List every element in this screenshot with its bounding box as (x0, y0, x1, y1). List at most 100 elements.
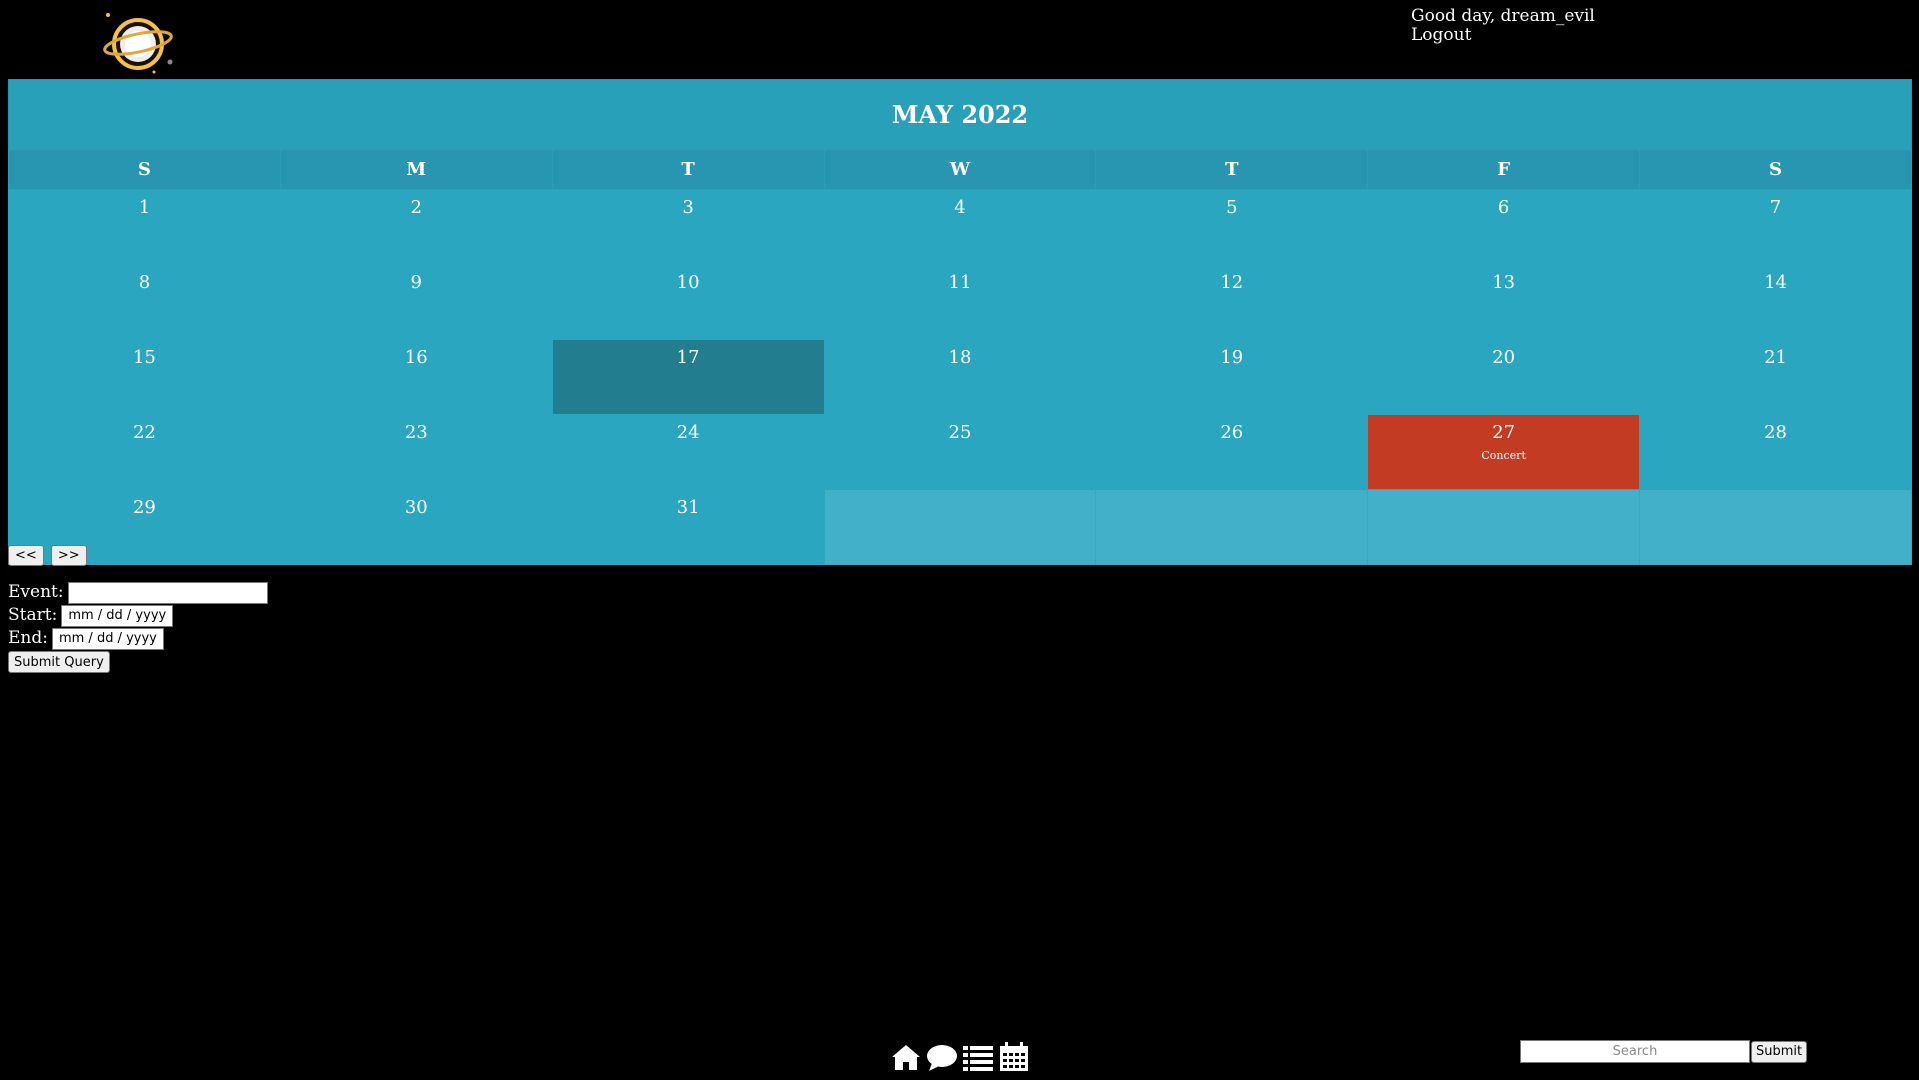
calendar-day-cell[interactable]: 16 (279, 339, 553, 415)
calendar-day-cell[interactable]: 15 (8, 339, 281, 415)
weekday-header: M (279, 149, 553, 190)
calendar-week-row: 15 16 17 18 19 20 21 (8, 339, 1912, 415)
day-number: 23 (404, 422, 428, 443)
weekday-header: T (1095, 149, 1369, 190)
day-number: 22 (132, 422, 156, 443)
next-month-button[interactable]: >> (50, 545, 87, 566)
calendar-day-cell[interactable]: 19 (1095, 339, 1369, 415)
day-number: 19 (1220, 347, 1244, 368)
calendar-day-cell[interactable]: 26 (1095, 414, 1369, 490)
calendar-day-cell[interactable]: 6 (1367, 189, 1641, 265)
prev-month-button[interactable]: << (8, 545, 44, 566)
day-number: 13 (1492, 272, 1516, 293)
calendar-icon[interactable] (998, 1042, 1030, 1072)
search-form: Submit (1520, 1040, 1808, 1063)
day-number: 17 (676, 347, 700, 368)
day-number: 14 (1764, 272, 1787, 293)
day-number: 4 (954, 197, 966, 218)
month-navigation: << >> (8, 544, 89, 566)
day-number: 28 (1764, 422, 1787, 443)
day-number: 9 (410, 272, 422, 293)
calendar-day-cell[interactable]: 4 (823, 189, 1097, 265)
calendar-day-cell[interactable]: 3 (551, 189, 825, 265)
day-number: 7 (1769, 197, 1782, 218)
calendar-week-row: 22 23 24 25 26 27 Concert 28 (8, 414, 1912, 490)
day-number: 10 (676, 272, 700, 293)
day-number: 29 (132, 497, 156, 518)
calendar-day-cell[interactable]: 18 (823, 339, 1097, 415)
day-number: 18 (948, 347, 972, 368)
start-date-input[interactable]: mm / dd / yyyy (61, 604, 174, 627)
calendar-empty-cell (823, 489, 1097, 565)
day-number: 2 (410, 197, 422, 218)
chat-icon[interactable] (926, 1042, 958, 1072)
day-number: 26 (1220, 422, 1244, 443)
day-number: 30 (404, 497, 428, 518)
day-number: 5 (1226, 197, 1238, 218)
day-number: 12 (1220, 272, 1244, 293)
weekday-header: S (1639, 149, 1912, 190)
calendar-day-cell[interactable]: 9 (279, 264, 553, 340)
calendar-day-cell[interactable]: 17 (551, 339, 825, 415)
submit-query-button[interactable]: Submit Query (8, 651, 110, 673)
weekday-header: T (551, 149, 825, 190)
event-name-input[interactable] (67, 581, 268, 604)
calendar-empty-cell (1095, 489, 1369, 565)
add-event-form: Event: Start: mm / dd / yyyy End: mm / d… (8, 581, 268, 673)
calendar-empty-cell (1367, 489, 1641, 565)
bottom-navigation (890, 1042, 1030, 1072)
day-number: 25 (948, 422, 972, 443)
calendar-day-cell[interactable]: 10 (551, 264, 825, 340)
logout-link[interactable]: Logout (1411, 26, 1595, 45)
day-number: 8 (138, 272, 151, 293)
end-label: End: (8, 628, 48, 648)
search-input[interactable] (1520, 1040, 1750, 1063)
calendar-week-row: 29 30 31 (8, 489, 1912, 565)
weekday-header-row: SMTWTFS (8, 149, 1912, 190)
search-submit-button[interactable]: Submit (1751, 1040, 1808, 1063)
calendar-day-cell[interactable]: 24 (551, 414, 825, 490)
home-icon[interactable] (890, 1042, 922, 1072)
day-number: 11 (948, 272, 972, 293)
calendar-day-cell[interactable]: 7 (1639, 189, 1912, 265)
day-number: 16 (404, 347, 428, 368)
calendar-day-cell[interactable]: 12 (1095, 264, 1369, 340)
calendar-day-cell[interactable]: 31 (551, 489, 825, 565)
calendar-day-cell[interactable]: 27 Concert (1367, 414, 1641, 490)
weekday-header: F (1367, 149, 1641, 190)
end-date-input[interactable]: mm / dd / yyyy (51, 627, 164, 650)
weekday-header: S (8, 149, 281, 190)
calendar-empty-cell (1639, 489, 1912, 565)
greeting-text: Good day, dream_evil (1411, 6, 1595, 26)
calendar-day-cell[interactable]: 21 (1639, 339, 1912, 415)
calendar-table: MAY 2022 SMTWTFS 1 2 3 4 5 6 7 8 9 10 11 12 13 14 15 16… (8, 79, 1912, 565)
calendar-day-cell[interactable]: 11 (823, 264, 1097, 340)
day-number: 6 (1497, 197, 1510, 218)
calendar-day-cell[interactable]: 30 (279, 489, 553, 565)
calendar-day-cell[interactable]: 5 (1095, 189, 1369, 265)
list-icon[interactable] (962, 1042, 994, 1072)
day-number: 21 (1764, 347, 1787, 368)
calendar-title: MAY 2022 (8, 79, 1912, 150)
day-number: 24 (676, 422, 700, 443)
calendar-week-row: 1 2 3 4 5 6 7 (8, 189, 1912, 265)
calendar-day-cell[interactable]: 25 (823, 414, 1097, 490)
logo-icon[interactable] (100, 10, 176, 76)
calendar-week-row: 8 9 10 11 12 13 14 (8, 264, 1912, 340)
day-number: 31 (676, 497, 700, 518)
event-label[interactable]: Concert (1368, 449, 1639, 462)
calendar-day-cell[interactable]: 28 (1639, 414, 1912, 490)
weekday-header: W (823, 149, 1097, 190)
day-number: 1 (138, 197, 151, 218)
day-number: 20 (1492, 347, 1516, 368)
day-number: 3 (682, 197, 694, 218)
calendar-day-cell[interactable]: 20 (1367, 339, 1641, 415)
calendar-day-cell[interactable]: 13 (1367, 264, 1641, 340)
calendar-day-cell[interactable]: 23 (279, 414, 553, 490)
calendar-day-cell[interactable]: 8 (8, 264, 281, 340)
calendar-day-cell[interactable]: 14 (1639, 264, 1912, 340)
calendar-day-cell[interactable]: 2 (279, 189, 553, 265)
day-number: 27 (1492, 422, 1516, 443)
calendar-day-cell[interactable]: 22 (8, 414, 281, 490)
calendar-day-cell[interactable]: 1 (8, 189, 281, 265)
